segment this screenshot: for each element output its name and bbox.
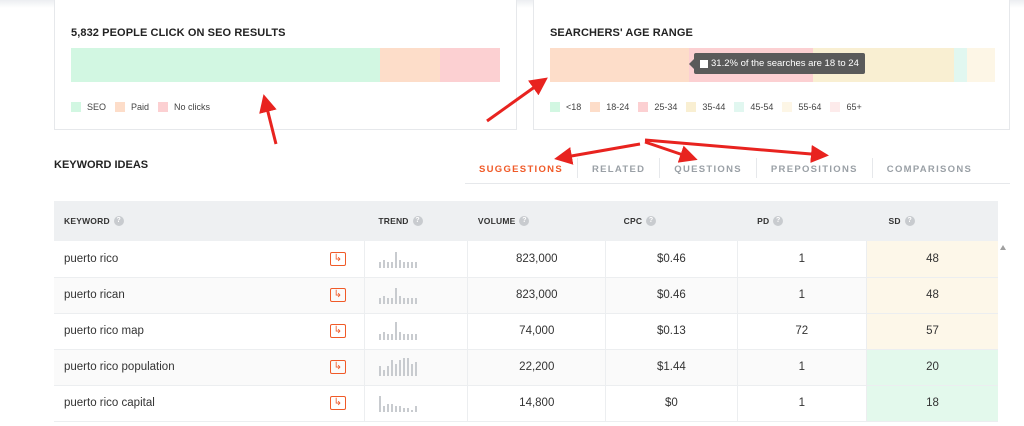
- arrow-to-seo-bar: [259, 94, 278, 145]
- arrow-to-prepositions: [644, 138, 829, 163]
- arrow-to-age-bar: [486, 77, 548, 123]
- arrow-to-suggestions: [554, 142, 641, 165]
- annotation-arrows: [259, 77, 829, 165]
